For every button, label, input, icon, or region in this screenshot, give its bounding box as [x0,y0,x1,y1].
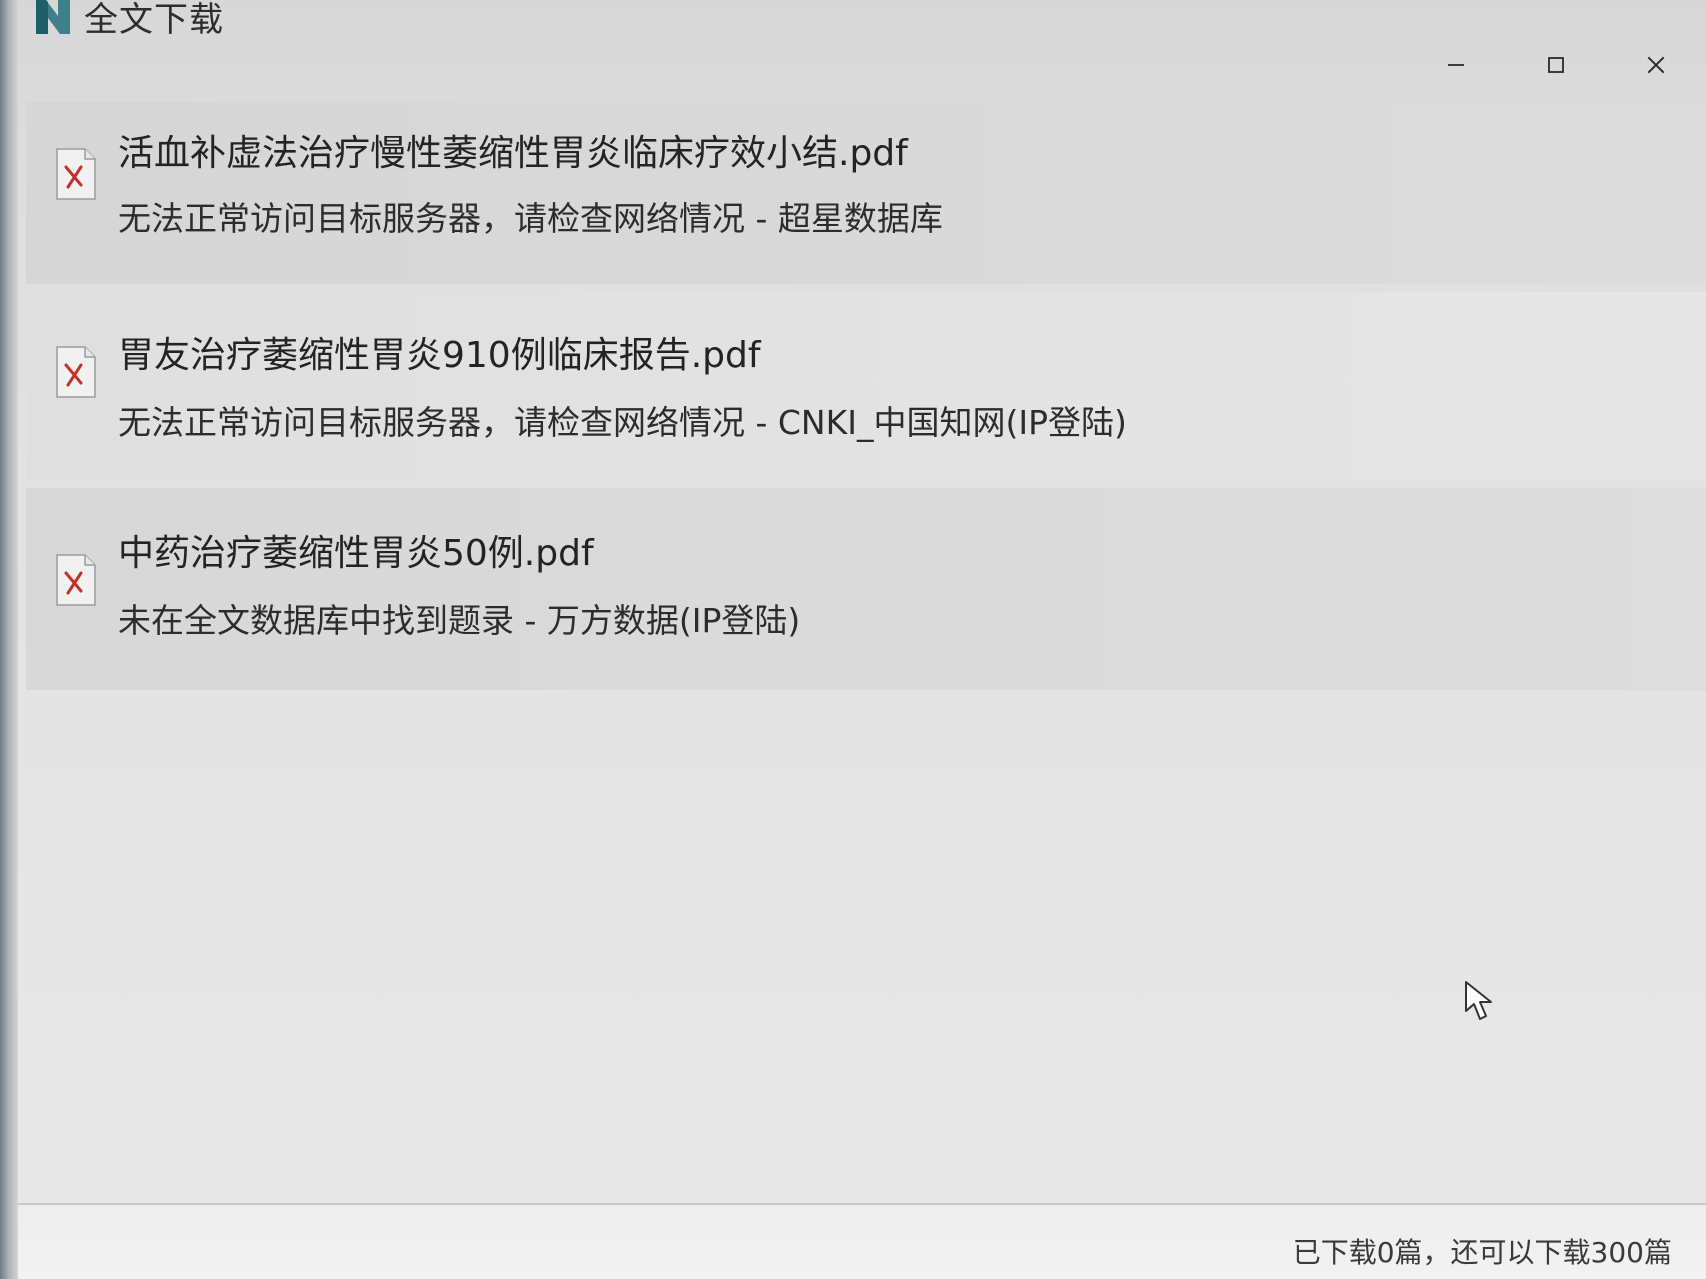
window-title: 全文下载 [84,0,224,40]
download-quota-text: 已下载0篇，还可以下载300篇 [1292,1236,1672,1269]
close-icon [1645,54,1667,80]
download-status: 无法正常访问目标服务器，请检查网络情况 - CNKI_中国知网(IP登陆) [118,403,1127,442]
mouse-cursor-icon [1464,980,1494,1022]
failed-file-icon [54,344,98,400]
file-name: 胃友治疗萎缩性胃炎910例临床报告.pdf [118,335,761,376]
failed-file-icon [54,146,98,202]
file-name: 中药治疗萎缩性胃炎50例.pdf [118,533,594,574]
maximize-icon [1546,55,1566,79]
desktop-left-edge [0,0,18,1279]
download-status: 未在全文数据库中找到题录 - 万方数据(IP登陆) [118,601,801,640]
download-item[interactable]: 活血补虚法治疗慢性萎缩性胃炎临床疗效小结.pdf 无法正常访问目标服务器，请检查… [26,102,1706,284]
download-list: 活血补虚法治疗慢性萎缩性胃炎临床疗效小结.pdf 无法正常访问目标服务器，请检查… [26,102,1706,698]
empty-list-area [36,700,1706,1190]
title-bar[interactable]: 全文下载 [18,0,1706,92]
minimize-icon [1446,55,1466,79]
download-window: 全文下载 活血补虚法治疗慢性萎缩性胃炎临床疗效小结.pdf 无法正常访问目标服务… [18,0,1706,1279]
status-bar: 已下载0篇，还可以下载300篇 [18,1203,1706,1279]
maximize-button[interactable] [1506,42,1606,92]
download-status: 无法正常访问目标服务器，请检查网络情况 - 超星数据库 [118,199,943,238]
minimize-button[interactable] [1406,42,1506,92]
download-item[interactable]: 中药治疗萎缩性胃炎50例.pdf 未在全文数据库中找到题录 - 万方数据(IP登… [26,488,1706,690]
window-controls [1406,42,1706,92]
failed-file-icon [54,552,98,608]
close-button[interactable] [1606,42,1706,92]
file-name: 活血补虚法治疗慢性萎缩性胃炎临床疗效小结.pdf [118,133,908,174]
download-item[interactable]: 胃友治疗萎缩性胃炎910例临床报告.pdf 无法正常访问目标服务器，请检查网络情… [26,292,1706,480]
app-logo-icon [34,0,72,34]
